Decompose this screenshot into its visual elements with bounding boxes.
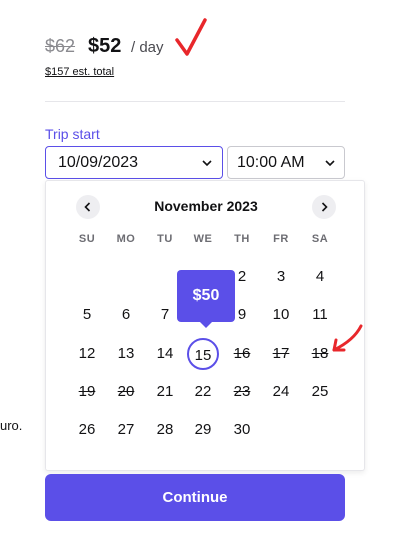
calendar-day-label: 26: [78, 421, 96, 438]
calendar-day-label: 4: [315, 268, 325, 285]
calendar-day-label: 28: [156, 421, 174, 438]
weekday-header: TH: [234, 233, 250, 245]
calendar-day[interactable]: 19: [68, 377, 106, 407]
next-month-button[interactable]: [312, 195, 336, 219]
calendar-day-label: 21: [156, 383, 174, 400]
calendar-day[interactable]: 6: [107, 300, 145, 330]
calendar-day[interactable]: 16: [223, 339, 261, 369]
calendar-day-label: 20: [117, 383, 135, 400]
calendar-day[interactable]: 24: [262, 377, 300, 407]
calendar-day-label: 15: [187, 338, 219, 370]
chevron-down-icon: [325, 159, 335, 166]
weekday-header: SU: [78, 233, 96, 245]
calendar-day[interactable]: 4: [301, 262, 339, 292]
calendar-day-label: 19: [78, 383, 96, 400]
calendar-day-label: 3: [276, 268, 286, 285]
price-unit: / day: [131, 39, 164, 56]
calendar-day[interactable]: 29: [184, 415, 222, 445]
calendar-day-label: 30: [233, 421, 251, 438]
partial-background-text: uro.: [0, 418, 23, 433]
calendar-day[interactable]: 21: [146, 377, 184, 407]
calendar-day-label: 29: [194, 421, 212, 438]
calendar-day[interactable]: 5: [68, 300, 106, 330]
calendar-day-label: 6: [121, 306, 131, 323]
trip-start-label: Trip start: [45, 126, 100, 142]
calendar-day-label: 10: [272, 306, 290, 323]
calendar-day-label: 22: [194, 383, 212, 400]
weekday-header: FR: [273, 233, 289, 245]
calendar-day-selected[interactable]: 15: [184, 338, 222, 370]
calendar-day-label: 13: [117, 345, 135, 362]
calendar-day[interactable]: 22: [184, 377, 222, 407]
calendar-day[interactable]: 3: [262, 262, 300, 292]
original-price: $62: [45, 36, 76, 56]
calendar-day-label: 2: [237, 268, 247, 285]
calendar-day-label: 17: [272, 345, 290, 362]
trip-start-time-select[interactable]: 10:00 AM: [227, 146, 345, 179]
calendar-day-label: 5: [82, 306, 92, 323]
calendar-day-label: 9: [237, 306, 247, 323]
estimated-total-link[interactable]: $157 est. total: [45, 66, 114, 78]
calendar-day-label: 24: [272, 383, 290, 400]
arrow-annotation-icon: [332, 324, 363, 352]
calendar-day[interactable]: 30: [223, 415, 261, 445]
checkmark-annotation-icon: [175, 18, 207, 56]
calendar-day-label: 11: [312, 306, 328, 323]
chevron-down-icon: [202, 159, 212, 166]
calendar-day[interactable]: 23: [223, 377, 261, 407]
divider: [45, 101, 345, 102]
calendar-day[interactable]: 12: [68, 339, 106, 369]
current-price: $52: [88, 35, 122, 57]
continue-button[interactable]: Continue: [45, 474, 345, 521]
calendar-day-label: 25: [311, 383, 329, 400]
calendar-day[interactable]: 17: [262, 339, 300, 369]
weekday-header: TU: [157, 233, 173, 245]
calendar-day[interactable]: 27: [107, 415, 145, 445]
chevron-right-icon: [321, 202, 328, 212]
calendar-day-label: 14: [156, 345, 174, 362]
calendar-day[interactable]: 25: [301, 377, 339, 407]
calendar-day-label: 23: [233, 383, 251, 400]
time-value: 10:00 AM: [237, 153, 305, 171]
trip-start-date-field[interactable]: 10/09/2023: [45, 146, 223, 179]
calendar-day[interactable]: 26: [68, 415, 106, 445]
calendar-day[interactable]: 28: [146, 415, 184, 445]
calendar-day-label: 27: [117, 421, 135, 438]
calendar-day-label: 12: [78, 345, 96, 362]
price-tooltip: $50: [177, 270, 235, 328]
date-picker-calendar: November 2023 SU MO TU WE TH FR SA 2 3 4 5 6 7 9 10 11…: [45, 180, 365, 471]
calendar-day[interactable]: 10: [262, 300, 300, 330]
calendar-day-label: 7: [160, 306, 170, 323]
weekday-header: WE: [193, 233, 213, 245]
date-value: 10/09/2023: [58, 153, 139, 171]
calendar-day[interactable]: 14: [146, 339, 184, 369]
calendar-day-label: 16: [233, 345, 251, 362]
weekday-header: MO: [116, 233, 136, 245]
calendar-day[interactable]: 13: [107, 339, 145, 369]
calendar-day[interactable]: 20: [107, 377, 145, 407]
weekday-header: SA: [311, 233, 329, 245]
